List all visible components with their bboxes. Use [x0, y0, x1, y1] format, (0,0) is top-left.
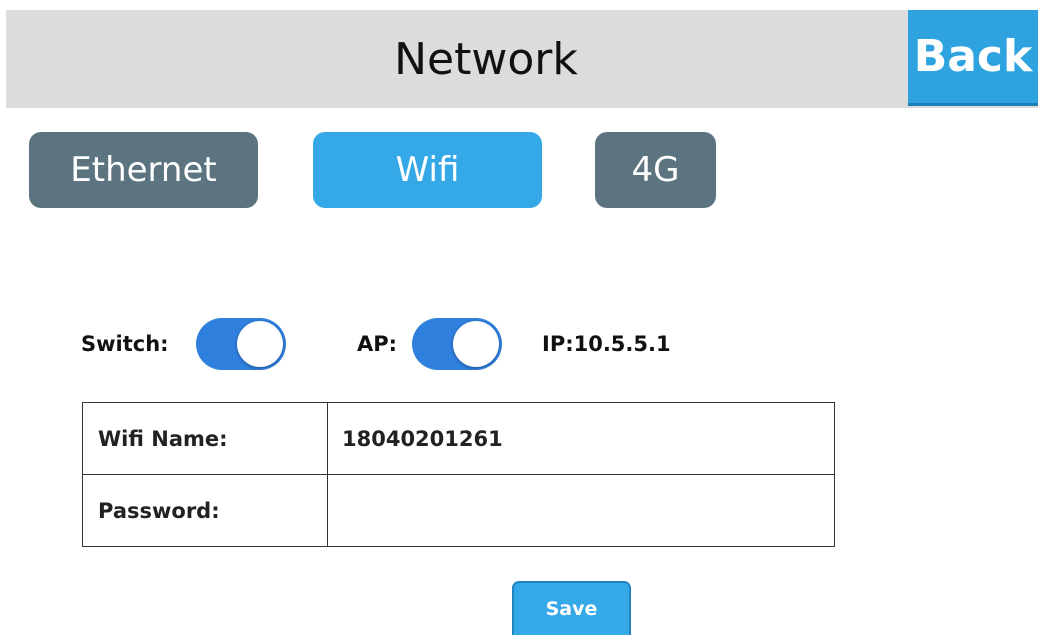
- tab-ethernet[interactable]: Ethernet: [29, 132, 258, 208]
- ip-address: IP:10.5.5.1: [542, 332, 671, 356]
- tab-4g[interactable]: 4G: [595, 132, 716, 208]
- wifi-name-row: Wifi Name:: [83, 403, 834, 475]
- save-button[interactable]: Save: [512, 581, 631, 635]
- switch-label: Switch:: [81, 332, 169, 356]
- wifi-name-input[interactable]: [328, 403, 834, 474]
- network-settings-page: Network Back Ethernet Wifi 4G Switch: AP…: [0, 0, 1050, 635]
- back-button[interactable]: Back: [908, 10, 1038, 106]
- wifi-name-label: Wifi Name:: [83, 403, 328, 474]
- password-label: Password:: [83, 475, 328, 546]
- switch-toggle[interactable]: [196, 318, 286, 370]
- wifi-form-table: Wifi Name: Password:: [82, 402, 835, 547]
- tab-wifi[interactable]: Wifi: [313, 132, 542, 208]
- header-bar: Network Back: [6, 10, 1038, 108]
- password-row: Password:: [83, 475, 834, 546]
- ap-toggle[interactable]: [412, 318, 502, 370]
- switch-toggle-knob: [237, 321, 283, 367]
- ap-label: AP:: [357, 332, 398, 356]
- password-input[interactable]: [328, 475, 834, 546]
- ap-toggle-knob: [453, 321, 499, 367]
- page-title: Network: [394, 33, 578, 85]
